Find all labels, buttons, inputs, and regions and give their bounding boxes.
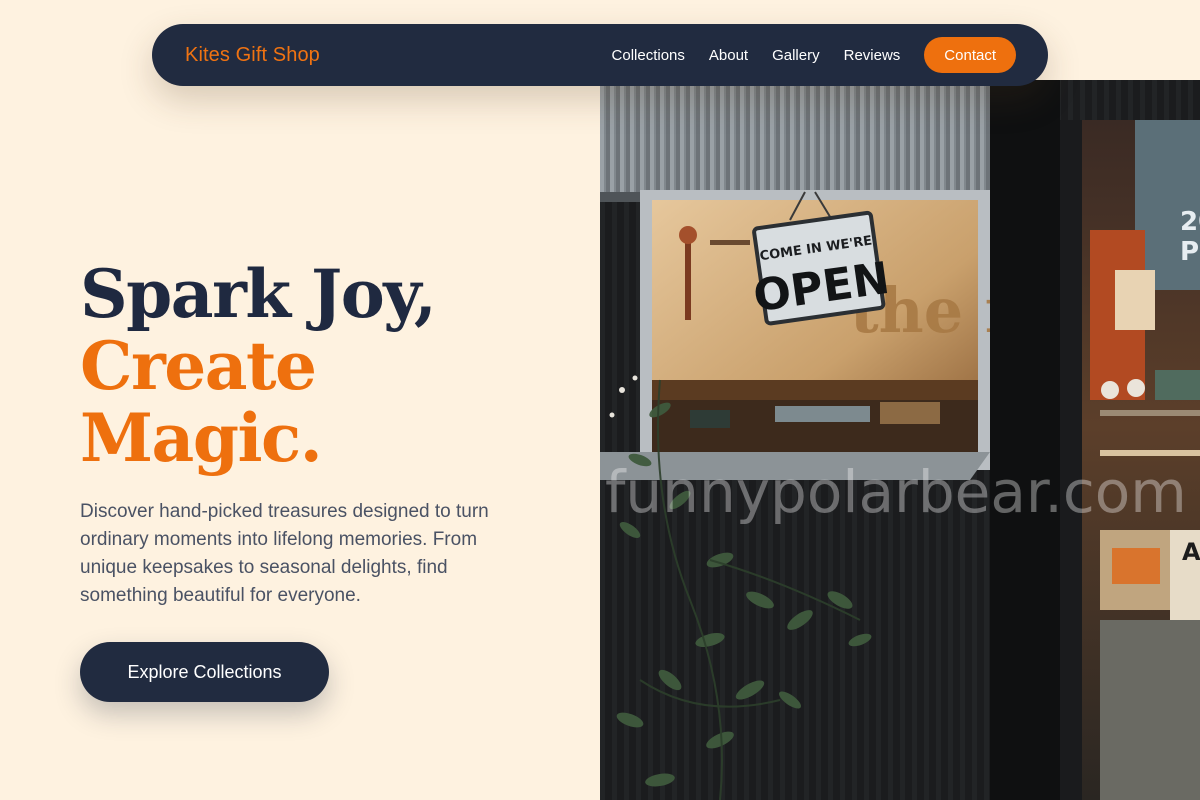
- edge-text-mid: PS: [1180, 237, 1200, 267]
- edge-text-bottom: AKI: [1182, 538, 1200, 566]
- edge-text-top: 20: [1180, 207, 1200, 237]
- hero-description: Discover hand-picked treasures designed …: [80, 501, 489, 606]
- hero-title-line-2: Create: [80, 327, 317, 405]
- hero-title: Spark Joy, Create Magic.: [80, 255, 437, 477]
- nav-links: Collections About Gallery Reviews Contac…: [612, 37, 1016, 73]
- brand-logo[interactable]: Kites Gift Shop: [185, 44, 320, 67]
- top-navbar: Kites Gift Shop Collections About Galler…: [152, 24, 1048, 86]
- nav-link-reviews[interactable]: Reviews: [844, 47, 901, 64]
- hero-title-line-3: Magic.: [80, 399, 323, 477]
- nav-link-about[interactable]: About: [709, 47, 748, 64]
- hero-shopfront-image: the fezca COME IN WE'RE OPEN 20 PS AKI: [600, 80, 1200, 800]
- nav-link-collections[interactable]: Collections: [612, 47, 685, 64]
- image-watermark: funnypolarbear.com: [605, 458, 1187, 526]
- contact-button[interactable]: Contact: [924, 37, 1016, 73]
- nav-link-gallery[interactable]: Gallery: [772, 47, 820, 64]
- explore-collections-button[interactable]: Explore Collections: [80, 642, 329, 702]
- hero-title-line-1: Spark Joy,: [80, 255, 437, 333]
